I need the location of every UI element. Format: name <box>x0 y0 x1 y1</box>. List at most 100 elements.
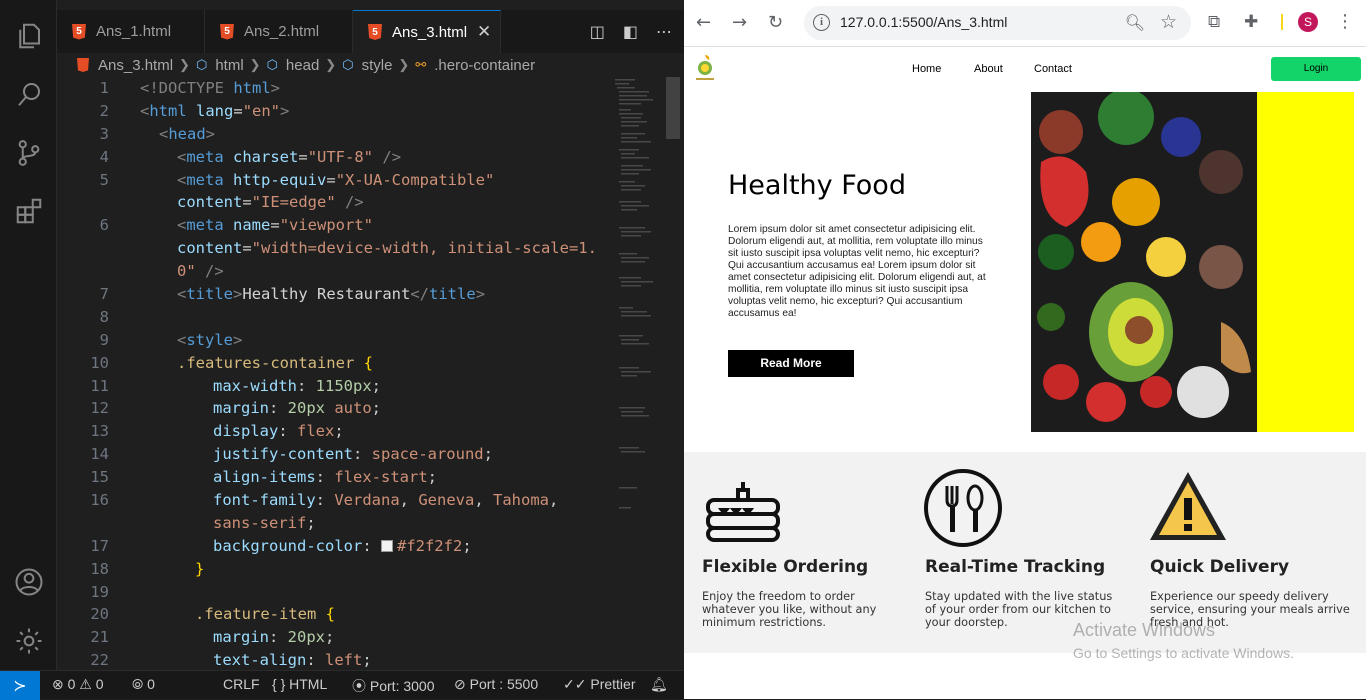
tab-ans-1[interactable]: 5 Ans_1.html <box>57 10 205 53</box>
code-line: max-width: 1150px; <box>213 376 382 395</box>
remote-indicator-icon[interactable]: ≻ <box>0 671 40 700</box>
line-number: 13 <box>90 422 109 441</box>
line-number: 12 <box>90 399 109 418</box>
split-editor-icon[interactable]: ◧ <box>623 22 638 41</box>
vscode-window: 5 Ans_1.html 5 Ans_2.html 5 Ans_3.html ✕… <box>0 0 684 700</box>
live-server-port-5500[interactable]: ⊘ Port : 5500 <box>454 676 538 693</box>
tab-label: Ans_2.html <box>244 23 320 40</box>
code-line: } <box>195 559 205 578</box>
line-number: 16 <box>90 491 109 510</box>
feature-title: Quick Delivery <box>1150 557 1290 577</box>
line-number: 5 <box>99 170 109 189</box>
zoom-magnifier-icon[interactable]: 🔍︎ <box>1125 13 1145 32</box>
nav-contact[interactable]: Contact <box>1034 63 1072 75</box>
status-bar: ≻ ⊗ 0 ⚠ 0 ⦾ 0 CRLF { } HTML ⦿ Port: 3000… <box>0 670 684 700</box>
code-line: margin: 20px auto; <box>213 399 382 418</box>
breadcrumb-item[interactable]: style <box>362 57 393 74</box>
login-button[interactable]: Login <box>1271 57 1361 81</box>
color-swatch[interactable] <box>380 540 393 553</box>
tab-label: Ans_1.html <box>96 23 172 40</box>
breadcrumb-item[interactable]: .hero-container <box>434 57 535 74</box>
url-text[interactable]: 127.0.0.1:5500/Ans_3.html <box>840 14 1007 30</box>
breadcrumb: Ans_3.html ❯ ⬡ html ❯ ⬡ head ❯ ⬡ style ❯… <box>57 53 684 77</box>
html5-file-icon: 5 <box>368 24 382 40</box>
back-arrow-icon[interactable]: ← <box>696 12 711 33</box>
browser-menu-icon[interactable]: ⋮ <box>1336 11 1354 32</box>
close-tab-icon[interactable]: ✕ <box>477 22 491 42</box>
accounts-icon[interactable] <box>13 566 44 597</box>
ports-indicator[interactable]: ⦾ 0 <box>132 676 155 693</box>
search-icon[interactable] <box>13 78 44 109</box>
breadcrumb-item[interactable]: head <box>286 57 319 74</box>
reload-icon[interactable]: ↻ <box>768 12 783 33</box>
line-number: 7 <box>99 285 109 304</box>
live-server-port-3000[interactable]: ⦿ Port: 3000 <box>352 676 435 696</box>
code-line: content="IE=edge" /> <box>177 193 364 212</box>
tab-ans-3[interactable]: 5 Ans_3.html ✕ <box>353 10 501 53</box>
source-control-icon[interactable] <box>13 137 44 168</box>
chevron-right-icon: ❯ <box>179 57 190 72</box>
feature-title: Flexible Ordering <box>702 557 869 577</box>
reading-mode-icon[interactable]: ⧉ <box>1208 12 1220 32</box>
notifications-bell-icon[interactable]: 🔔︎ <box>650 676 668 693</box>
plate-cutlery-icon <box>924 469 1002 547</box>
line-number: 2 <box>99 101 109 120</box>
tab-ans-2[interactable]: 5 Ans_2.html <box>205 10 353 53</box>
open-preview-icon[interactable]: ◫ <box>590 22 605 41</box>
line-number: 11 <box>90 376 109 395</box>
extensions-puzzle-icon[interactable]: ✚ <box>1244 12 1258 32</box>
html5-file-icon <box>77 58 89 72</box>
minimap[interactable] <box>613 77 663 517</box>
bookmark-star-icon[interactable]: ☆ <box>1160 11 1177 33</box>
html5-file-icon: 5 <box>72 23 86 40</box>
eol-indicator[interactable]: CRLF <box>223 676 260 692</box>
editor-scrollbar[interactable] <box>666 77 680 139</box>
line-number: 19 <box>90 582 109 601</box>
site-info-icon[interactable]: i <box>813 14 830 31</box>
element-cube-icon: ⬡ <box>342 57 354 72</box>
settings-gear-icon[interactable] <box>13 625 44 656</box>
profile-avatar[interactable]: S <box>1298 12 1318 32</box>
browser-toolbar: ← → ↻ i 127.0.0.1:5500/Ans_3.html 🔍︎ ☆ ⧉… <box>684 0 1366 47</box>
line-number: 14 <box>90 445 109 464</box>
tab-label: Ans_3.html <box>392 23 468 41</box>
activity-bar <box>0 0 57 670</box>
code-line: sans-serif; <box>213 513 316 532</box>
address-bar[interactable]: i 127.0.0.1:5500/Ans_3.html 🔍︎ ☆ <box>804 6 1191 40</box>
read-more-button[interactable]: Read More <box>728 350 854 377</box>
more-actions-icon[interactable]: ⋯ <box>656 22 672 41</box>
activate-windows-watermark: Activate Windows Go to Settings to activ… <box>1073 620 1294 661</box>
nav-home[interactable]: Home <box>912 63 941 75</box>
line-number: 1 <box>99 79 109 97</box>
code-editor[interactable]: 1 <!DOCTYPE html> 2 <html lang="en"> 3 <hea… <box>57 77 684 670</box>
breadcrumb-item[interactable]: Ans_3.html <box>98 57 173 74</box>
language-mode[interactable]: { } HTML <box>272 676 327 692</box>
line-number: 20 <box>90 605 109 624</box>
forward-arrow-icon[interactable]: → <box>732 12 747 33</box>
code-line: margin: 20px; <box>213 628 335 647</box>
code-line: background-color: #f2f2f2; <box>213 536 472 555</box>
chevron-right-icon: ❯ <box>249 57 261 72</box>
restaurant-logo[interactable] <box>693 53 717 83</box>
explorer-icon[interactable] <box>13 20 44 51</box>
feature-text: Enjoy the freedom to order whatever you … <box>702 590 877 629</box>
code-line: .feature-item { <box>195 605 336 624</box>
nav-about[interactable]: About <box>974 63 1003 75</box>
line-number: 9 <box>99 330 109 349</box>
code-line: <style> <box>177 330 243 349</box>
extensions-icon[interactable] <box>13 195 44 226</box>
chevron-right-icon: ❯ <box>325 57 337 72</box>
breadcrumb-item[interactable]: html <box>215 57 243 74</box>
line-number: 4 <box>99 147 109 166</box>
hero-yellow-panel <box>1257 92 1354 432</box>
code-line: text-align: left; <box>213 651 372 670</box>
healthy-food-image <box>1031 92 1257 432</box>
browser-window: ← → ↻ i 127.0.0.1:5500/Ans_3.html 🔍︎ ☆ ⧉… <box>684 0 1366 699</box>
html5-file-icon: 5 <box>220 23 234 40</box>
code-line: align-items: flex-start; <box>213 468 437 487</box>
prettier-status[interactable]: ✓✓ Prettier <box>563 676 635 693</box>
problems-indicator[interactable]: ⊗ 0 ⚠ 0 <box>52 676 104 693</box>
line-number: 3 <box>99 124 109 143</box>
chevron-right-icon: ❯ <box>398 57 410 72</box>
code-line: <meta charset="UTF-8" /> <box>177 147 402 166</box>
